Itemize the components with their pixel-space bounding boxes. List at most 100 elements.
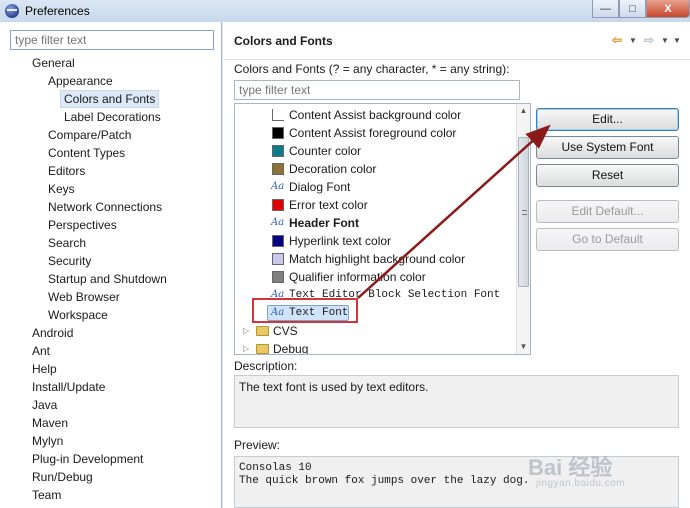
tree-item[interactable]: Network Connections [48, 198, 162, 216]
tree-item[interactable]: Help [32, 360, 57, 378]
colors-filter-input[interactable] [234, 80, 520, 100]
tree-item[interactable]: Install/Update [32, 378, 105, 396]
tree-item[interactable]: Java [32, 396, 57, 414]
tree-item[interactable]: Label Decorations [64, 108, 161, 126]
history-nav: ⇦ ▼ ⇨ ▼ ▼ [608, 33, 682, 47]
color-font-item[interactable]: Aa Header Font [235, 214, 515, 232]
scroll-down-icon[interactable]: ▼ [517, 340, 530, 354]
forward-dropdown-icon[interactable]: ▼ [660, 36, 670, 45]
back-dropdown-icon[interactable]: ▼ [628, 36, 638, 45]
item-label: Error text color [289, 198, 368, 212]
tree-item[interactable]: Startup and Shutdown [48, 270, 167, 288]
item-label: Counter color [289, 144, 362, 158]
colors-fonts-label: Colors and Fonts (? = any character, * =… [234, 62, 510, 76]
vertical-scrollbar[interactable]: ▲ ▼ [516, 104, 530, 354]
tree-item[interactable]: Plug-in Development [32, 450, 143, 468]
tree-item[interactable]: Compare/Patch [48, 126, 131, 144]
font-icon: Aa [271, 289, 285, 300]
color-font-item[interactable]: ▷ CVS [235, 322, 515, 340]
tree-item[interactable]: Editors [48, 162, 85, 180]
color-font-item[interactable]: Error text color [235, 196, 515, 214]
back-arrow-icon[interactable]: ⇦ [608, 33, 626, 47]
color-font-item[interactable]: Aa Text Font [235, 304, 515, 322]
color-font-item[interactable]: Counter color [235, 142, 515, 160]
color-font-item[interactable]: Hyperlink text color [235, 232, 515, 250]
tree-item[interactable]: Team [32, 486, 61, 504]
item-label: CVS [273, 324, 298, 338]
page-header: Colors and Fonts ⇦ ▼ ⇨ ▼ ▼ [223, 22, 690, 60]
item-label: Dialog Font [289, 180, 351, 194]
expand-icon[interactable]: ▷ [243, 340, 249, 354]
colors-fonts-tree[interactable]: Content Assist background color Content A… [234, 103, 531, 355]
colors-and-fonts-page: Colors and Fonts ⇦ ▼ ⇨ ▼ ▼ Colors and Fo… [223, 22, 690, 508]
font-icon: Aa [271, 217, 285, 228]
title-bar: Preferences — □ X [0, 0, 690, 22]
view-menu-icon[interactable]: ▼ [672, 36, 682, 45]
window-controls: — □ X [592, 0, 690, 18]
item-label: Content Assist foreground color [289, 126, 457, 140]
expand-icon[interactable]: ▷ [243, 322, 249, 340]
window-title: Preferences [25, 4, 90, 18]
tree-item[interactable]: Ant [32, 342, 50, 360]
font-icon: Aa [271, 307, 285, 318]
edit-button[interactable]: Edit... [536, 108, 679, 131]
tree-item[interactable]: Maven [32, 414, 68, 432]
tree-item[interactable]: Android [32, 324, 73, 342]
color-swatch-icon [272, 199, 284, 211]
color-swatch-icon [272, 145, 284, 157]
color-font-item[interactable]: ▷ Debug [235, 340, 515, 354]
eclipse-icon [5, 4, 19, 18]
color-font-item[interactable]: Content Assist background color [235, 106, 515, 124]
tree-item[interactable]: Keys [48, 180, 75, 198]
color-swatch-icon [272, 163, 284, 175]
color-swatch-icon [272, 127, 284, 139]
watermark-logo: Bai 经验 jingyan.baidu.com [528, 450, 658, 494]
color-swatch-icon [272, 271, 284, 283]
grip-icon [522, 210, 527, 215]
edit-default-button[interactable]: Edit Default... [536, 200, 679, 223]
item-label: Match highlight background color [289, 252, 466, 266]
color-font-item[interactable]: Content Assist foreground color [235, 124, 515, 142]
font-icon: Aa [271, 181, 285, 192]
description-text: The text font is used by text editors. [234, 375, 679, 428]
tree-item[interactable]: Search [48, 234, 86, 252]
go-to-default-button[interactable]: Go to Default [536, 228, 679, 251]
item-label: Qualifier information color [289, 270, 426, 284]
forward-arrow-icon[interactable]: ⇨ [640, 33, 658, 47]
tree-item[interactable]: Colors and Fonts [60, 90, 160, 108]
color-swatch-icon [272, 109, 284, 121]
use-system-font-button[interactable]: Use System Font [536, 136, 679, 159]
color-font-item[interactable]: Aa Dialog Font [235, 178, 515, 196]
scroll-up-icon[interactable]: ▲ [517, 104, 530, 118]
description-label: Description: [234, 359, 298, 373]
folder-icon [256, 344, 269, 354]
color-font-item[interactable]: Match highlight background color [235, 250, 515, 268]
scroll-thumb[interactable] [518, 137, 529, 287]
tree-item[interactable]: Appearance [48, 72, 113, 90]
item-label: Decoration color [289, 162, 377, 176]
tree-item[interactable]: Content Types [48, 144, 125, 162]
color-font-item[interactable]: Aa Text Editor Block Selection Font [235, 286, 515, 304]
color-font-item[interactable]: Qualifier information color [235, 268, 515, 286]
tree-item[interactable]: Mylyn [32, 432, 63, 450]
item-label: Hyperlink text color [289, 234, 392, 248]
preview-label: Preview: [234, 438, 281, 452]
preferences-nav-pane: GeneralAppearanceColors and FontsLabel D… [0, 22, 222, 508]
item-label: Content Assist background color [289, 108, 462, 122]
reset-button[interactable]: Reset [536, 164, 679, 187]
tree-item[interactable]: Run/Debug [32, 468, 93, 486]
tree-item[interactable]: Web Browser [48, 288, 120, 306]
item-label: Text Editor Block Selection Font [289, 289, 501, 301]
tree-item[interactable]: Security [48, 252, 91, 270]
item-label: Text Font [289, 307, 349, 319]
watermark-text: Bai 经验 [528, 455, 613, 480]
color-font-item[interactable]: Decoration color [235, 160, 515, 178]
close-button[interactable]: X [646, 0, 690, 18]
minimize-button[interactable]: — [592, 0, 619, 18]
maximize-button[interactable]: □ [619, 0, 646, 18]
tree-item[interactable]: Perspectives [48, 216, 117, 234]
color-swatch-icon [272, 253, 284, 265]
tree-item[interactable]: Workspace [48, 306, 108, 324]
tree-item[interactable]: General [32, 54, 75, 72]
nav-filter-input[interactable] [10, 30, 214, 50]
